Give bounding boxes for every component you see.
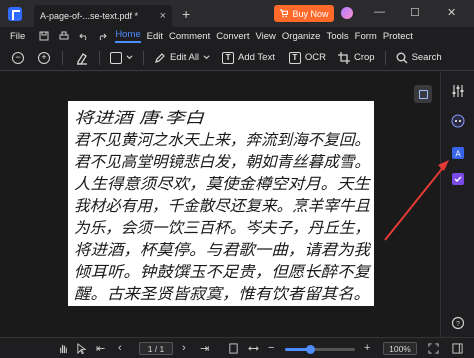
print-icon[interactable]: [59, 31, 69, 41]
menu-edit[interactable]: Edit: [147, 31, 163, 42]
search-label: Search: [411, 52, 442, 63]
translate-icon[interactable]: A: [451, 146, 465, 160]
chevron-down-icon[interactable]: [126, 54, 133, 61]
add-text-label: Add Text: [238, 52, 275, 63]
zoom-level-label: 100%: [389, 343, 411, 354]
page-indicator[interactable]: 1 / 1: [139, 342, 173, 355]
search-button[interactable]: Search: [396, 52, 442, 64]
help-icon[interactable]: ?: [451, 316, 465, 330]
menu-file[interactable]: File: [10, 31, 25, 42]
sidebar-panel-icon[interactable]: [452, 343, 463, 354]
save-icon[interactable]: [39, 31, 49, 41]
handwritten-line: 醒。古来圣贤皆寂寞，惟有饮者留其名。: [74, 285, 370, 303]
zoom-in-small-icon[interactable]: +: [364, 342, 370, 354]
title-bar: A-page-of-...se-text.pdf * × + Buy Now —…: [0, 0, 474, 27]
previous-page-icon[interactable]: ‹: [118, 342, 122, 354]
close-window-button[interactable]: ✕: [447, 6, 456, 19]
last-page-icon[interactable]: ⇥: [200, 342, 209, 355]
highlighter-icon[interactable]: [75, 51, 89, 65]
tab-title: A-page-of-...se-text.pdf *: [40, 11, 139, 21]
thumbnail-toggle-button[interactable]: [414, 85, 432, 103]
shape-icon[interactable]: [110, 51, 122, 64]
next-page-icon[interactable]: ›: [182, 342, 186, 354]
fullscreen-icon[interactable]: [428, 343, 439, 354]
redo-icon[interactable]: [97, 31, 108, 41]
handwritten-line: 我材必有用，千金散尽还复来。烹羊宰牛且: [74, 197, 370, 215]
add-text-button[interactable]: T Add Text: [222, 51, 275, 64]
buy-now-label: Buy Now: [292, 8, 329, 19]
handwritten-line: 君不见黄河之水天上来，奔流到海不复回。: [74, 131, 370, 149]
app-window: A-page-of-...se-text.pdf * × + Buy Now —…: [0, 0, 474, 358]
ocr-button[interactable]: T OCR: [288, 51, 326, 64]
crop-button[interactable]: Crop: [337, 51, 375, 64]
menu-view[interactable]: View: [255, 31, 275, 42]
cart-icon: [280, 9, 289, 18]
handwritten-line: 将进酒 唐·李白: [74, 109, 205, 127]
toolbar: − + Edit All T Add Text T OCR Crop Searc…: [0, 45, 474, 71]
menu-tools[interactable]: Tools: [326, 31, 348, 42]
handwritten-line: 将进酒，杯莫停。与君歌一曲，请君为我: [74, 241, 372, 259]
select-tool-icon[interactable]: [76, 343, 87, 354]
hand-tool-icon[interactable]: [58, 343, 69, 354]
page-indicator-label: 1 / 1: [147, 343, 165, 354]
buy-now-button[interactable]: Buy Now: [274, 5, 334, 22]
handwritten-line: 倾耳听。钟鼓馔玉不足贵，但愿长醉不复: [74, 263, 372, 281]
handwritten-text-layer: 将进酒 唐·李白君不见黄河之水天上来，奔流到海不复回。君不见高堂明镜悲白发，朝如…: [74, 109, 372, 303]
toolbar-divider: [62, 50, 63, 65]
add-text-icon: T: [222, 51, 235, 64]
zoom-slider[interactable]: [285, 345, 355, 354]
fit-width-icon[interactable]: [248, 343, 259, 354]
right-panel: A ?: [440, 72, 474, 337]
document-tab[interactable]: A-page-of-...se-text.pdf * ×: [34, 5, 172, 27]
tab-close-icon[interactable]: ×: [160, 10, 166, 22]
pdf-page[interactable]: 将进酒 唐·李白君不见黄河之水天上来，奔流到海不复回。 君不见高堂明镜悲白发，朝如…: [68, 101, 374, 306]
menu-organize[interactable]: Organize: [282, 31, 321, 42]
menu-home[interactable]: Home: [115, 29, 141, 43]
edit-all-label: Edit All: [170, 52, 200, 63]
ocr-icon: T: [288, 51, 301, 64]
zoom-slider-knob[interactable]: [305, 345, 315, 354]
zoom-out-icon[interactable]: −: [12, 51, 24, 64]
first-page-icon[interactable]: ⇤: [96, 342, 105, 355]
toolbar-divider: [384, 50, 386, 65]
menu-protect[interactable]: Protect: [383, 31, 413, 42]
menu-bar: File Home Edit Comment Convert View Orga…: [0, 27, 474, 45]
minimize-button[interactable]: —: [374, 6, 385, 18]
toolbar-divider: [99, 50, 100, 65]
maximize-button[interactable]: ☐: [410, 6, 420, 19]
ocr-label: OCR: [304, 52, 326, 63]
menu-convert[interactable]: Convert: [216, 31, 249, 42]
settings-sliders-icon[interactable]: [451, 84, 465, 98]
svg-text:A: A: [455, 150, 461, 159]
thumbnail-icon: [418, 89, 428, 99]
svg-text:?: ?: [456, 321, 460, 328]
handwritten-line: 人生得意须尽欢，莫使金樽空对月。天生: [74, 175, 372, 193]
undo-icon[interactable]: [79, 31, 89, 41]
crop-label: Crop: [353, 52, 375, 63]
zoom-out-small-icon[interactable]: −: [268, 342, 274, 354]
zoom-in-icon[interactable]: +: [38, 51, 50, 64]
toolbar-divider: [143, 50, 144, 65]
ai-assistant-icon[interactable]: [451, 114, 465, 128]
edit-pen-icon: [155, 52, 165, 63]
crop-icon: [337, 51, 350, 64]
search-icon: [396, 52, 408, 63]
menu-comment[interactable]: Comment: [169, 31, 210, 42]
app-logo-icon: [8, 6, 22, 21]
new-tab-button[interactable]: +: [182, 6, 190, 22]
chevron-down-icon: [203, 55, 210, 60]
menu-form[interactable]: Form: [355, 31, 377, 42]
status-bar: ⇤ ‹ 1 / 1 › ⇥ − + 100%: [0, 337, 474, 358]
zoom-level[interactable]: 100%: [383, 342, 417, 355]
edit-all-button[interactable]: Edit All: [154, 52, 210, 64]
document-canvas[interactable]: 将进酒 唐·李白君不见黄河之水天上来，奔流到海不复回。 君不见高堂明镜悲白发，朝如…: [0, 72, 440, 337]
checklist-icon[interactable]: [451, 172, 465, 186]
user-avatar[interactable]: [341, 7, 353, 19]
fit-page-icon[interactable]: [228, 343, 239, 354]
handwritten-line: 君不见高堂明镜悲白发，朝如青丝暮成雪。: [74, 153, 370, 171]
handwritten-line: 为乐，会须一饮三百杯。岑夫子，丹丘生，: [74, 219, 370, 237]
